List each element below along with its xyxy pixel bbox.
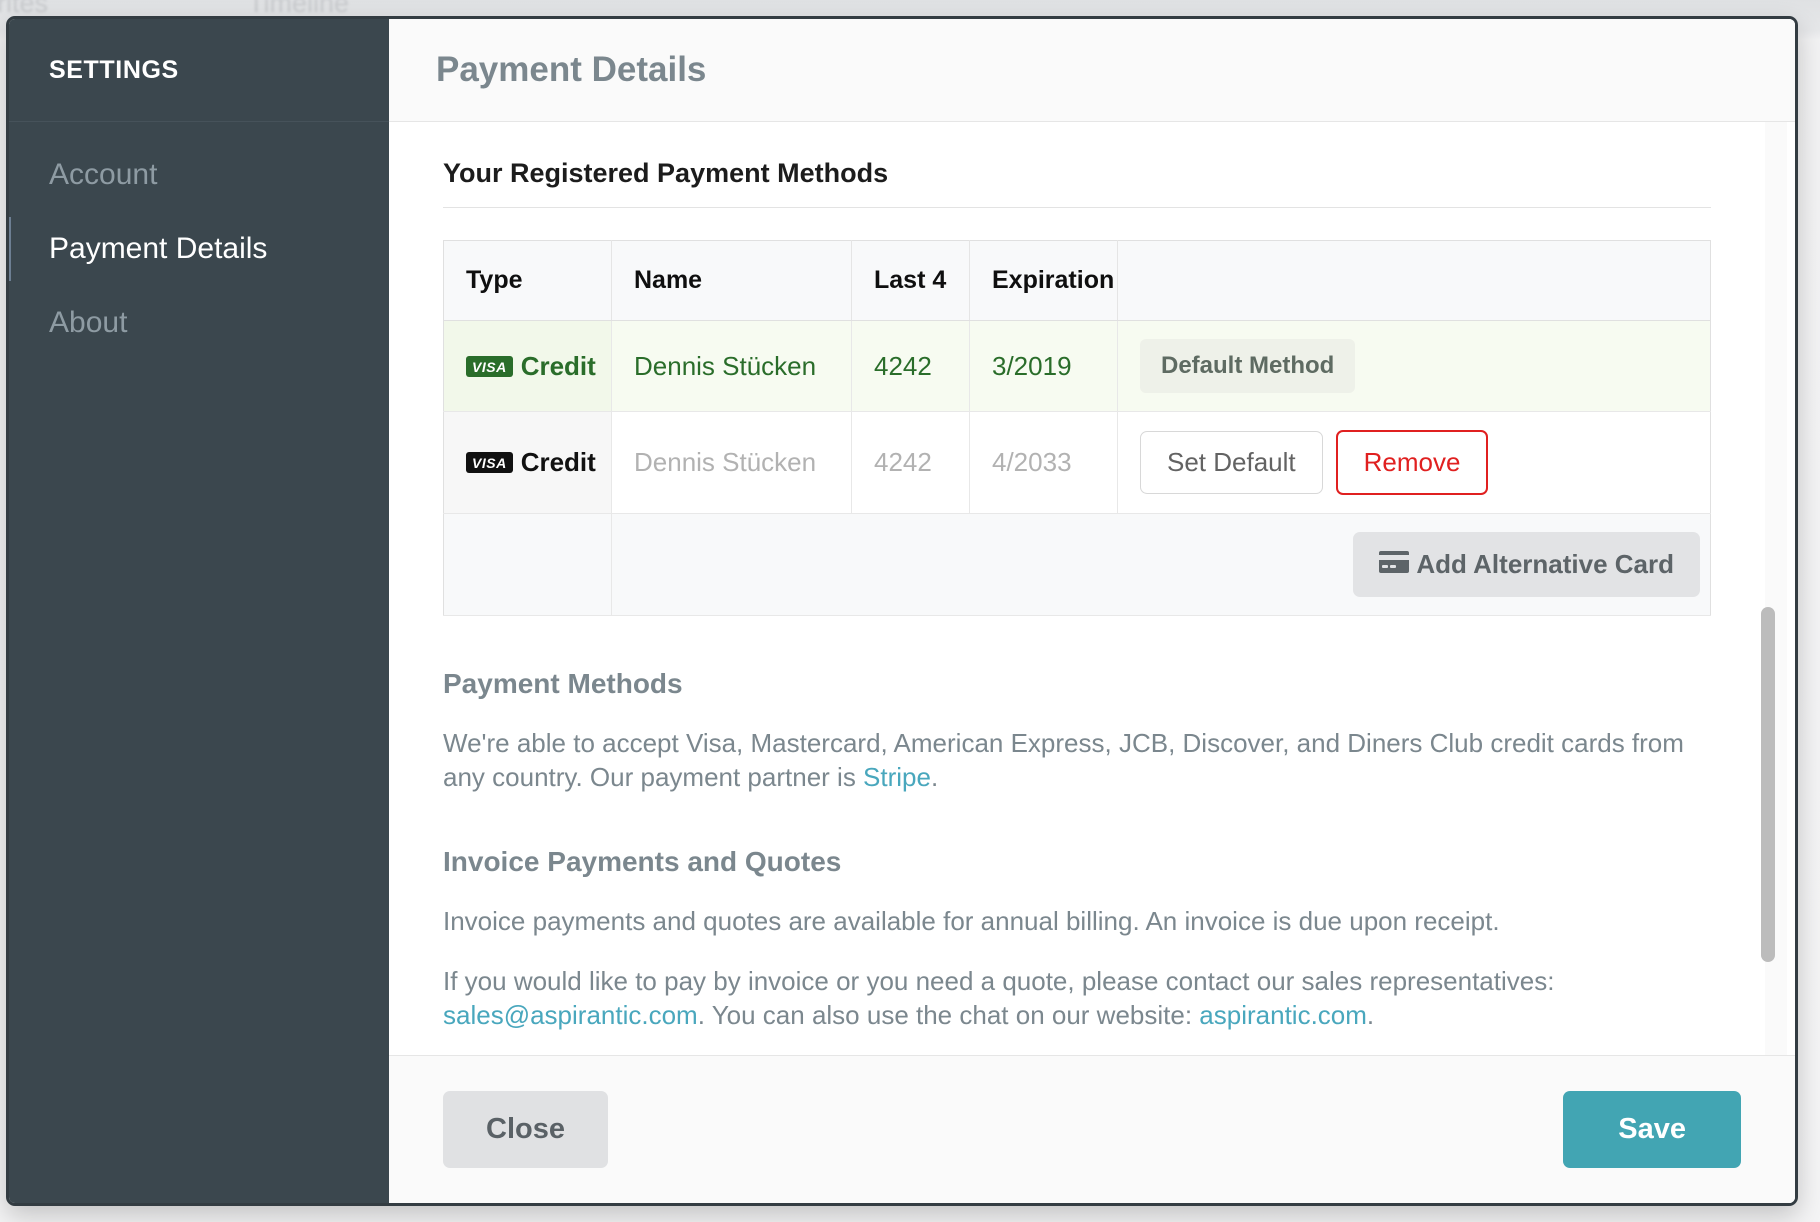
sidebar-item-about[interactable]: About [9, 286, 389, 360]
cell-expiration: 4/2033 [969, 411, 1118, 514]
column-header-name: Name [611, 240, 852, 321]
contact-text-start: If you would like to pay by invoice or y… [443, 966, 1555, 997]
cell-actions: Set Default Remove [1117, 411, 1711, 514]
cell-last4: 4242 [851, 411, 970, 514]
paragraph-text-end: . [930, 762, 939, 793]
section-title-registered-methods: Your Registered Payment Methods [443, 158, 1711, 208]
settings-sidebar: SETTINGS Account Payment Details About [9, 19, 389, 1203]
column-header-expiration: Expiration [969, 240, 1118, 321]
set-default-button[interactable]: Set Default [1140, 431, 1323, 494]
cell-actions: Default Method [1117, 320, 1711, 412]
sidebar-title: SETTINGS [49, 55, 179, 84]
table-footer-row: Add Alternative Card [443, 513, 1711, 616]
content-scrollbar-thumb[interactable] [1761, 607, 1775, 962]
sidebar-header: SETTINGS [9, 19, 389, 122]
content-scrollbar-track[interactable] [1761, 122, 1787, 1055]
status-badge-default-method: Default Method [1140, 339, 1356, 393]
settings-modal: SETTINGS Account Payment Details About P… [6, 16, 1798, 1206]
cell-card-type: VISA Credit [443, 320, 612, 412]
card-type-label: Credit [520, 447, 596, 477]
cell-cardholder-name: Dennis Stücken [611, 320, 852, 412]
website-link[interactable]: aspirantic.com [1199, 1000, 1367, 1030]
visa-logo-icon: VISA [466, 452, 513, 473]
cell-last4: 4242 [851, 320, 970, 412]
payment-methods-table: Type Name Last 4 Expiration VISA Credit … [443, 240, 1711, 616]
panel-content: Your Registered Payment Methods Type Nam… [389, 122, 1795, 1055]
sales-email-link[interactable]: sales@aspirantic.com [443, 1000, 698, 1030]
table-row: VISA Credit Dennis Stücken 4242 3/2019 D… [443, 320, 1711, 412]
save-button[interactable]: Save [1563, 1091, 1741, 1168]
cell-add-card: Add Alternative Card [611, 513, 1711, 616]
paragraph-payment-methods: We're able to accept Visa, Mastercard, A… [443, 726, 1693, 794]
column-header-actions [1117, 240, 1711, 321]
column-header-type: Type [443, 240, 612, 321]
add-alternative-card-button[interactable]: Add Alternative Card [1353, 532, 1700, 597]
heading-invoice-payments: Invoice Payments and Quotes [443, 846, 842, 878]
visa-logo-icon: VISA [466, 355, 513, 377]
close-button[interactable]: Close [443, 1091, 608, 1168]
page-title: Payment Details [436, 50, 707, 89]
sidebar-item-account[interactable]: Account [9, 138, 389, 212]
sidebar-item-label: Account [49, 158, 158, 191]
table-row: VISA Credit Dennis Stücken 4242 4/2033 S… [443, 411, 1711, 514]
contact-text-end: . [1366, 1000, 1375, 1031]
card-type-label: Credit [520, 350, 596, 381]
heading-payment-methods: Payment Methods [443, 668, 683, 699]
remove-button[interactable]: Remove [1335, 430, 1489, 495]
paragraph-contact-sales: If you would like to pay by invoice or y… [443, 964, 1693, 1032]
add-alternative-card-label: Add Alternative Card [1416, 549, 1674, 579]
cell-cardholder-name: Dennis Stücken [611, 411, 852, 514]
settings-main-panel: Payment Details Your Registered Payment … [389, 19, 1795, 1203]
paragraph-text: We're able to accept Visa, Mastercard, A… [443, 728, 1684, 793]
modal-footer: Close Save [389, 1055, 1795, 1203]
stripe-link[interactable]: Stripe [863, 762, 931, 792]
panel-header: Payment Details [389, 19, 1795, 122]
cell-expiration: 3/2019 [969, 320, 1118, 412]
contact-text-middle: . You can also use the chat on our websi… [697, 1000, 1200, 1031]
credit-card-icon [1379, 549, 1410, 580]
cell-card-type: VISA Credit [443, 411, 612, 514]
sidebar-navigation: Account Payment Details About [9, 122, 389, 360]
sidebar-item-payment-details[interactable]: Payment Details [9, 212, 389, 286]
paragraph-invoice-info: Invoice payments and quotes are availabl… [443, 906, 1500, 937]
table-header-row: Type Name Last 4 Expiration [443, 240, 1711, 321]
column-header-last4: Last 4 [851, 240, 970, 321]
cell-empty [443, 513, 612, 616]
sidebar-item-label: Payment Details [49, 232, 268, 265]
sidebar-item-label: About [49, 306, 128, 339]
